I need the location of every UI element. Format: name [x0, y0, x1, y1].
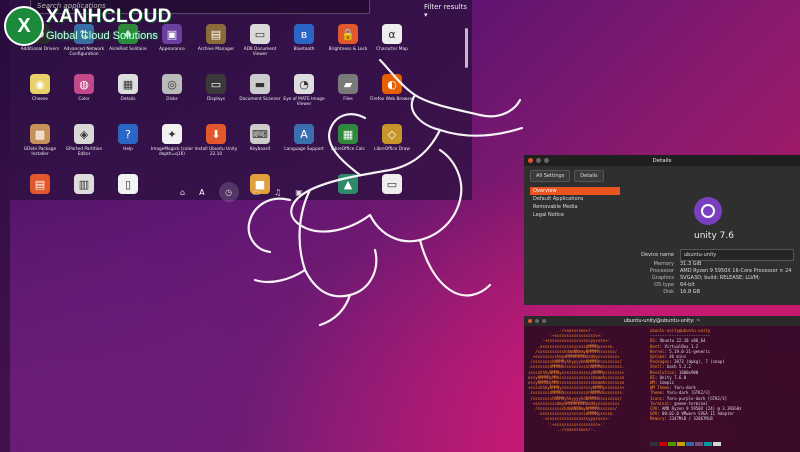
app-launcher-item[interactable]: ▩ GDebi Package Installer: [18, 124, 62, 168]
home-icon[interactable]: ⌂: [180, 188, 185, 197]
close-button[interactable]: [528, 319, 532, 323]
info-value: 16.8 GB: [680, 289, 701, 295]
disks-icon: ◎: [162, 74, 182, 94]
terminal-window[interactable]: ubuntu-unity@ubuntu-unity: ~ .-/+oosssso…: [524, 316, 800, 452]
libreoffice-icon: ▤: [30, 174, 50, 194]
info-key: Memory: [653, 261, 674, 267]
app-launcher-item[interactable]: ◈ GParted Partition Editor: [62, 124, 106, 168]
app-launcher-item[interactable]: ▯: [106, 174, 150, 218]
app-launcher-item[interactable]: ◎ Disks: [150, 74, 194, 118]
info-value: AMD Ryzen 9 5950X 16-Core Processor × 24: [680, 268, 792, 274]
neofetch-output: ubuntu-unity@ubuntu-unity ---------------…: [650, 328, 798, 422]
document-icon: ▯: [118, 174, 138, 194]
info-row: Graphics SVGA3D; build: RELEASE; LLVM;: [634, 275, 794, 282]
installer-icon: ⬇: [206, 124, 226, 144]
sidebar-item-overview[interactable]: Overview: [530, 187, 620, 195]
maximize-button[interactable]: [544, 158, 549, 163]
app-label: ImageMagick (color depth=q16): [150, 147, 194, 157]
app-launcher-item[interactable]: ▤: [18, 174, 62, 218]
info-value: 31.3 GiB: [680, 261, 702, 267]
filter-results-button[interactable]: Filter results ▾: [424, 3, 472, 19]
info-row: Disk 16.8 GB: [634, 289, 794, 296]
minimize-button[interactable]: [535, 319, 539, 323]
palette-swatch: [650, 442, 658, 446]
palette-swatch: [695, 442, 703, 446]
palette-swatch: [686, 442, 694, 446]
info-row: OS type 64-bit: [634, 282, 794, 289]
brand-name: XANHCLOUD: [46, 6, 172, 27]
app-label: Details: [120, 97, 136, 102]
close-button[interactable]: [528, 158, 533, 163]
cheese-icon: ◉: [30, 74, 50, 94]
details-title: Details: [652, 157, 672, 164]
color-icon: ◍: [74, 74, 94, 94]
unity-logo-icon: [694, 197, 722, 225]
details-window: Details All Settings Details Overview De…: [524, 155, 800, 305]
tab-details[interactable]: Details: [574, 170, 604, 182]
displays-icon: ▭: [206, 74, 226, 94]
device-name-label: Device name: [641, 252, 674, 258]
blank-icon: [162, 174, 182, 194]
text-editor-icon: ▥: [74, 174, 94, 194]
app-launcher-item[interactable]: ? Help: [106, 124, 150, 168]
brand-tagline: Global Cloud Solutions: [46, 30, 158, 42]
info-key: OS type: [654, 282, 674, 288]
sidebar-item-legal-notice[interactable]: Legal Notice: [530, 211, 620, 219]
app-launcher-item[interactable]: ◉ Cheese: [18, 74, 62, 118]
neofetch-key: Memory: [650, 416, 665, 422]
info-key: Disk: [663, 289, 674, 295]
app-launcher-item[interactable]: ✦ ImageMagick (color depth=q16): [150, 124, 194, 168]
launcher-sidebar: [0, 0, 10, 452]
app-label: GParted Partition Editor: [65, 147, 103, 157]
palette-swatch: [659, 442, 667, 446]
sidebar-item-removable-media[interactable]: Removable Media: [530, 203, 620, 211]
info-key: Graphics: [651, 275, 674, 281]
ubuntu-ascii-logo: .-/+oossssoo+/-. `:+ssssssssssssssssss+:…: [528, 328, 625, 432]
gparted-icon: ◈: [74, 124, 94, 144]
info-row: Memory 31.3 GiB: [634, 261, 794, 268]
app-label: GDebi Package Installer: [23, 147, 57, 157]
imagemagick-icon: ✦: [162, 124, 182, 144]
tab-all-settings[interactable]: All Settings: [530, 170, 571, 182]
filter-label: Filter results: [424, 3, 468, 11]
details-titlebar: Details: [524, 155, 800, 166]
info-value: 64-bit: [680, 282, 695, 288]
color-palette: [650, 442, 721, 446]
maximize-button[interactable]: [542, 319, 546, 323]
neofetch-row: Memory: 2347MiB / 32067MiB: [650, 416, 798, 421]
app-label: Disks: [166, 97, 178, 102]
help-icon: ?: [118, 124, 138, 144]
neofetch-value: : 2347MiB / 32067MiB: [664, 416, 713, 422]
info-value: SVGA3D; build: RELEASE; LLVM;: [680, 275, 760, 281]
terminal-title: ubuntu-unity@ubuntu-unity: ~: [623, 318, 701, 324]
sidebar-item-default-applications[interactable]: Default Applications: [530, 195, 620, 203]
info-key: Processor: [649, 268, 674, 274]
details-sidebar: Overview Default Applications Removable …: [530, 187, 620, 219]
app-label: Help: [123, 147, 133, 152]
palette-swatch: [713, 442, 721, 446]
system-info: Memory 31.3 GiB Processor AMD Ryzen 9 5950…: [634, 261, 794, 296]
device-name-field[interactable]: ubuntu-unity: [680, 249, 794, 261]
info-row: Processor AMD Ryzen 9 5950X 16-Core Proce…: [634, 268, 794, 275]
palette-swatch: [668, 442, 676, 446]
app-launcher-item[interactable]: ▥: [62, 174, 106, 218]
details-icon: ▦: [118, 74, 138, 94]
brand-mark: X: [4, 6, 44, 46]
app-launcher-item[interactable]: ▦ Details: [106, 74, 150, 118]
minimize-button[interactable]: [536, 158, 541, 163]
app-label: Cheese: [32, 97, 48, 102]
applications-icon[interactable]: A: [199, 188, 204, 197]
palette-swatch: [704, 442, 712, 446]
gdebi-icon: ▩: [30, 124, 50, 144]
terminal-titlebar: ubuntu-unity@ubuntu-unity: ~: [524, 316, 800, 326]
app-launcher-item[interactable]: ◍ Color: [62, 74, 106, 118]
horse-line-art: [247, 58, 524, 327]
product-name: unity 7.6: [694, 231, 734, 241]
app-label: Color: [78, 97, 90, 102]
brand-logo: X XANHCLOUD Global Cloud Solutions: [0, 0, 210, 50]
palette-swatch: [677, 442, 685, 446]
